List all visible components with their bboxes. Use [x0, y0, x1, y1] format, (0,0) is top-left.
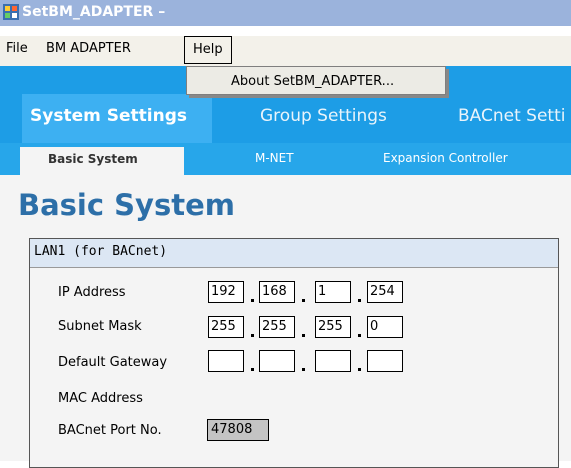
ip-octet-2[interactable]: 168 [259, 281, 295, 303]
tab-basic-system[interactable]: Basic System [20, 147, 184, 175]
tab-m-net[interactable]: M-NET [255, 151, 294, 165]
subnet-octet-2[interactable]: 255 [259, 316, 295, 338]
lan1-group: LAN1 (for BACnet) IP Address 192 168 1 2… [29, 238, 559, 468]
gateway-octet-3[interactable] [315, 350, 351, 372]
subnet-octet-3[interactable]: 255 [315, 316, 351, 338]
app-icon [3, 4, 19, 20]
page-title: Basic System [18, 188, 235, 222]
lan1-header-label: LAN1 (for BACnet) [34, 244, 168, 259]
gateway-dot [358, 368, 361, 371]
menu-bm-adapter-label: BM ADAPTER [46, 41, 131, 56]
gateway-octet-4[interactable] [367, 350, 403, 372]
ip-dot [302, 299, 305, 302]
tab-basic-system-label: Basic System [48, 152, 138, 166]
menu-about[interactable]: About SetBM_ADAPTER... [231, 74, 394, 89]
ip-address-label: IP Address [58, 285, 126, 300]
menu-file[interactable]: File [6, 41, 28, 56]
ip-octet-3[interactable]: 1 [315, 281, 351, 303]
ip-octet-4[interactable]: 254 [367, 281, 403, 303]
window-title: SetBM_ADAPTER – [22, 4, 166, 20]
menu-bar: File BM ADAPTER Help [0, 36, 571, 66]
title-bar: SetBM_ADAPTER – [0, 0, 571, 26]
ip-dot [358, 299, 361, 302]
help-dropdown: About SetBM_ADAPTER... [186, 66, 446, 95]
menu-file-label: File [6, 41, 28, 56]
gateway-octet-2[interactable] [259, 350, 295, 372]
subnet-dot [358, 334, 361, 337]
tab-system-settings-label: System Settings [30, 106, 187, 126]
subnet-dot [251, 334, 254, 337]
menu-help[interactable]: Help [184, 36, 232, 64]
tab-group-settings[interactable]: Group Settings [260, 106, 387, 126]
default-gateway-label: Default Gateway [58, 355, 168, 370]
ip-octet-1[interactable]: 192 [208, 281, 244, 303]
gateway-dot [302, 368, 305, 371]
ip-dot [251, 299, 254, 302]
subnet-dot [302, 334, 305, 337]
lan1-header: LAN1 (for BACnet) [30, 239, 558, 268]
gateway-octet-1[interactable] [208, 350, 244, 372]
mac-address-label: MAC Address [58, 391, 143, 406]
bacnet-port-label: BACnet Port No. [58, 423, 162, 438]
tab-bacnet-settings[interactable]: BACnet Setti [458, 106, 565, 126]
subnet-octet-4[interactable]: 0 [367, 316, 403, 338]
bacnet-port-field[interactable]: 47808 [207, 419, 269, 441]
menu-bm-adapter[interactable]: BM ADAPTER [46, 41, 131, 56]
tab-expansion-controller[interactable]: Expansion Controller [383, 151, 508, 165]
menu-help-label: Help [193, 42, 223, 57]
tab-system-settings[interactable]: System Settings [22, 94, 212, 143]
subnet-octet-1[interactable]: 255 [208, 316, 244, 338]
subnet-mask-label: Subnet Mask [58, 319, 142, 334]
sub-tab-bar: Basic System M-NET Expansion Controller [0, 143, 571, 175]
gateway-dot [251, 368, 254, 371]
